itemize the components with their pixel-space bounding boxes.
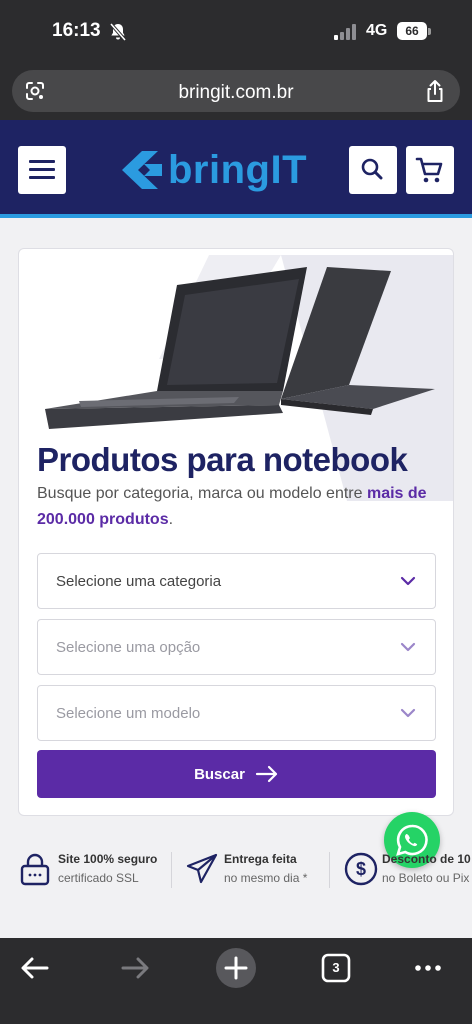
site-header: bringIT <box>0 120 472 218</box>
model-select-label: Selecione um modelo <box>56 705 201 722</box>
battery-icon: 66 <box>397 22 427 40</box>
logo-arrow-icon <box>122 151 162 189</box>
browser-address-area: bringit.com.br <box>0 64 472 120</box>
feature-subtitle: certificado SSL <box>58 871 139 885</box>
site-logo[interactable]: bringIT <box>120 148 307 192</box>
svg-text:$: $ <box>356 859 366 879</box>
signal-icon <box>334 24 356 40</box>
card-description: Busque por categoria, marca ou modelo en… <box>37 481 443 533</box>
cart-icon <box>415 157 443 183</box>
menu-button[interactable] <box>18 146 66 194</box>
desc-text: Busque por categoria, marca ou modelo en… <box>37 485 367 502</box>
cart-button[interactable] <box>406 146 454 194</box>
model-select[interactable]: Selecione um modelo <box>37 685 436 741</box>
card-title: Produtos para notebook <box>37 441 408 478</box>
arrow-right-icon <box>255 765 278 783</box>
share-icon[interactable] <box>424 79 446 103</box>
option-select-label: Selecione uma opção <box>56 639 201 656</box>
feature-delivery: Entrega feita no mesmo dia * <box>186 850 326 890</box>
bell-muted-icon <box>109 22 127 42</box>
more-options-icon[interactable] <box>406 946 450 990</box>
battery-cap <box>428 28 431 35</box>
feature-title: Site 100% seguro <box>58 852 158 866</box>
status-bar: 16:13 4G 66 <box>0 0 472 64</box>
search-submit-button[interactable]: Buscar <box>37 750 436 798</box>
dollar-icon: $ <box>344 852 378 886</box>
chevron-down-icon <box>400 708 416 718</box>
back-arrow-icon[interactable] <box>13 946 57 990</box>
search-icon <box>361 158 383 180</box>
url-text: bringit.com.br <box>178 82 294 103</box>
category-select-label: Selecione uma categoria <box>56 573 222 590</box>
divider <box>329 852 330 888</box>
address-bar[interactable]: bringit.com.br <box>12 70 460 112</box>
feature-discount: $ Desconto de 10 no Boleto ou Pix <box>344 850 472 890</box>
category-select[interactable]: Selecione uma categoria <box>37 553 436 609</box>
tabs-button[interactable]: 3 <box>314 946 358 990</box>
paper-plane-icon <box>186 853 218 884</box>
chevron-down-icon <box>400 576 416 586</box>
network-type: 4G <box>366 22 388 39</box>
search-button[interactable] <box>349 146 397 194</box>
search-submit-label: Buscar <box>194 765 245 783</box>
feature-subtitle: no mesmo dia * <box>224 871 308 885</box>
chevron-down-icon <box>400 642 416 652</box>
tab-count: 3 <box>332 960 340 975</box>
feature-subtitle: no Boleto ou Pix <box>382 871 470 885</box>
product-search-card: Produtos para notebook Busque por catego… <box>18 248 454 816</box>
browser-toolbar: 3 <box>0 938 472 1024</box>
option-select[interactable]: Selecione uma opção <box>37 619 436 675</box>
feature-secure: Site 100% seguro certificado SSL <box>20 850 170 890</box>
lock-icon <box>20 853 50 886</box>
status-time: 16:13 <box>52 20 101 41</box>
divider <box>171 852 172 888</box>
logo-text: bringIT <box>168 148 308 192</box>
new-tab-icon[interactable] <box>214 946 258 990</box>
feature-title: Entrega feita <box>224 852 297 866</box>
feature-title: Desconto de 10 <box>382 852 471 866</box>
desc-suffix: . <box>168 511 174 528</box>
forward-arrow-icon[interactable] <box>113 946 157 990</box>
